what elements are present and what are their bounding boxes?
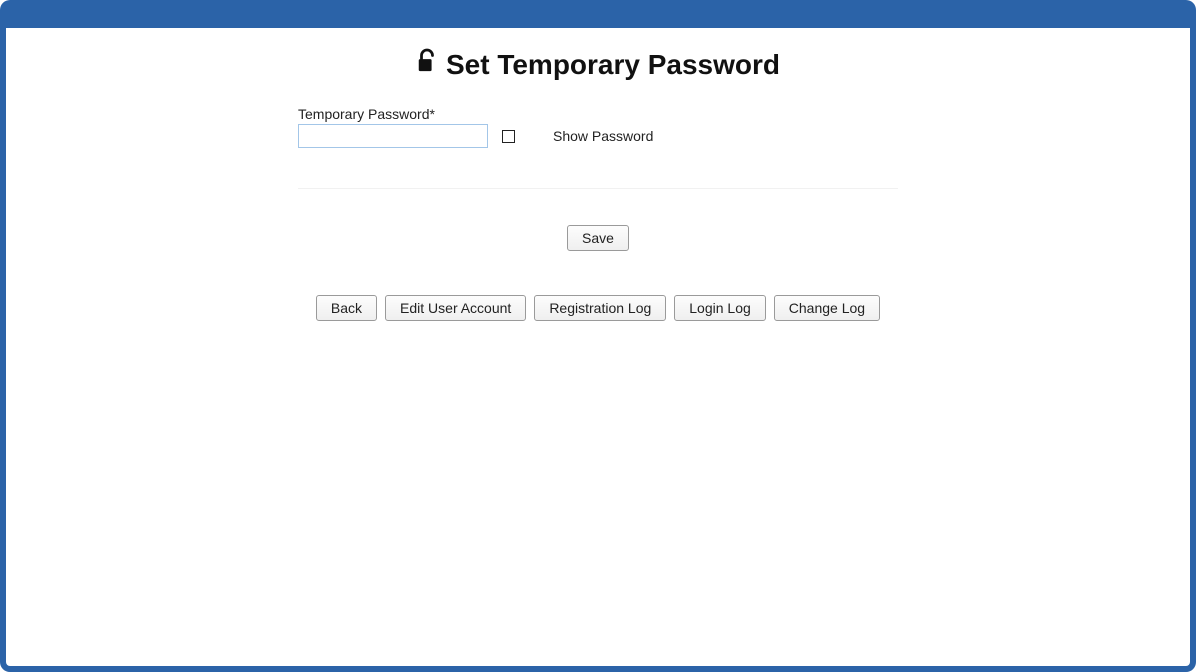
password-row: Temporary Password* Show Password [298,106,898,148]
edit-user-account-button[interactable]: Edit User Account [385,295,526,321]
password-label: Temporary Password* [298,106,488,122]
action-button-row: Back Edit User Account Registration Log … [298,295,898,321]
show-password-label: Show Password [553,128,653,144]
show-password-checkbox[interactable] [502,130,515,143]
page-title-text: Set Temporary Password [446,49,780,81]
registration-log-button[interactable]: Registration Log [534,295,666,321]
page-frame: Set Temporary Password Temporary Passwor… [0,0,1196,672]
unlock-icon [416,48,438,81]
divider [298,188,898,189]
page-title: Set Temporary Password [416,48,780,81]
save-button[interactable]: Save [567,225,629,251]
change-log-button[interactable]: Change Log [774,295,880,321]
temporary-password-input[interactable] [298,124,488,148]
back-button[interactable]: Back [316,295,377,321]
login-log-button[interactable]: Login Log [674,295,766,321]
content-area: Set Temporary Password Temporary Passwor… [298,28,898,321]
save-row: Save [298,225,898,251]
password-field-block: Temporary Password* [298,106,488,148]
